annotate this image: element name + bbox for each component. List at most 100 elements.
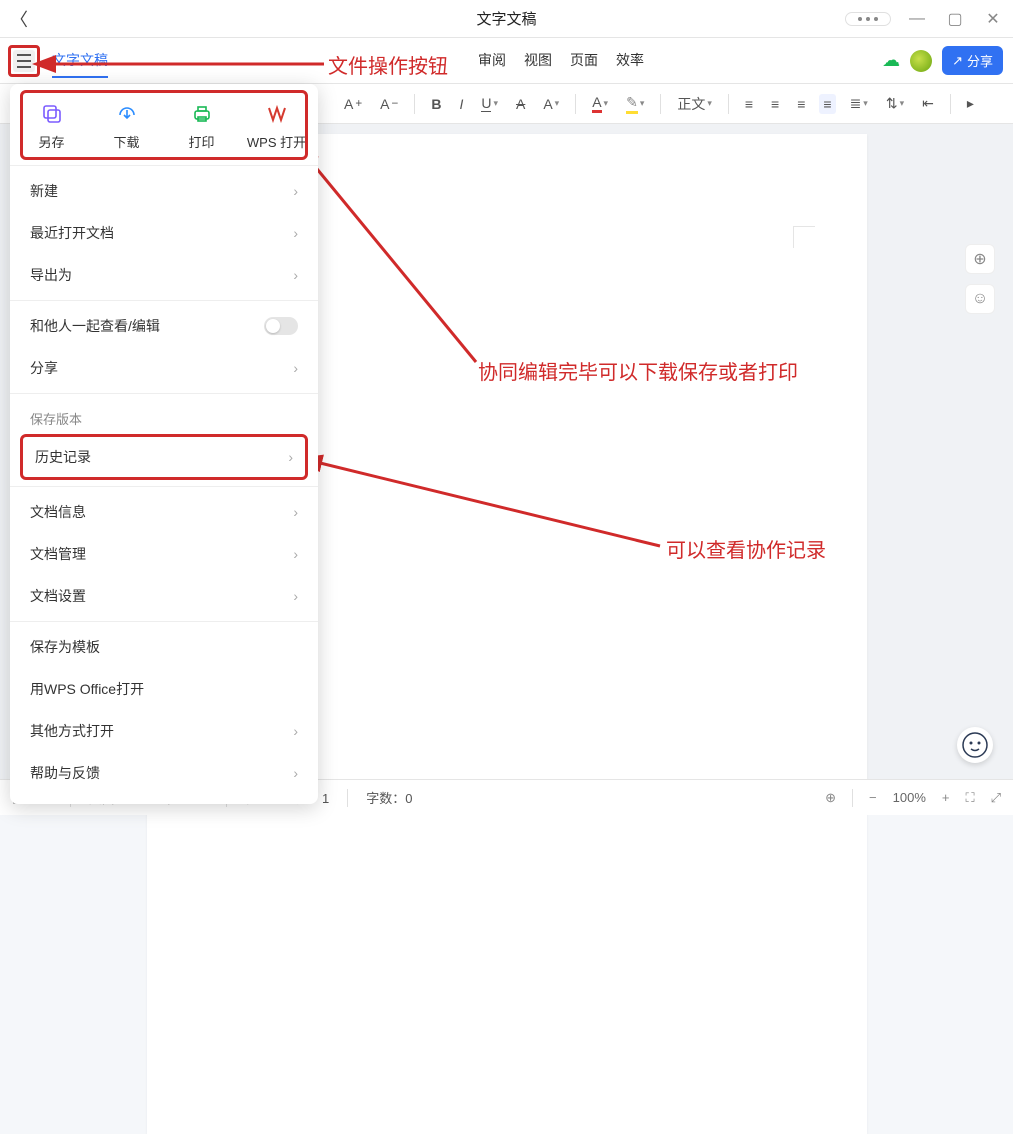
globe-icon[interactable]: ⊕ (825, 790, 836, 806)
quick-wps-open[interactable]: WPS 打开 (241, 94, 312, 159)
share-button[interactable]: ↗ 分享 (942, 46, 1003, 75)
help-monkey-icon (962, 732, 988, 758)
align-justify-button[interactable]: ≡ (819, 94, 835, 114)
fm-open-wps-label: 用WPS Office打开 (30, 679, 144, 699)
fm-docmanage-label: 文档管理 (30, 544, 86, 564)
fm-share[interactable]: 分享 › (10, 347, 318, 389)
quick-wps-open-label: WPS 打开 (247, 132, 306, 151)
underline-button[interactable]: U▾ (477, 93, 502, 114)
hamburger-highlight-box (8, 45, 40, 77)
fm-export[interactable]: 导出为 › (10, 254, 318, 296)
chevron-right-icon: › (293, 360, 298, 376)
fm-open-other-label: 其他方式打开 (30, 721, 114, 741)
highlight-button[interactable]: ✎▾ (622, 92, 648, 116)
numbered-list-button[interactable]: ⇅▾ (882, 93, 908, 114)
fm-help[interactable]: 帮助与反馈› (10, 752, 318, 794)
fm-help-label: 帮助与反馈 (30, 763, 100, 783)
fm-docmanage[interactable]: 文档管理› (10, 533, 318, 575)
more-pill[interactable] (845, 12, 891, 26)
share-label: 分享 (967, 51, 993, 70)
fm-docsettings[interactable]: 文档设置› (10, 575, 318, 617)
quick-download-label: 下载 (113, 132, 139, 151)
chevron-right-icon: › (293, 504, 298, 520)
menu-tabs: 文字文稿 协作 插入 审阅 视图 页面 效率 (52, 44, 216, 78)
maximize-icon[interactable]: ▢ (943, 7, 967, 31)
font-decrease-button[interactable]: A− (376, 94, 402, 114)
fm-share-label: 分享 (30, 358, 58, 378)
file-menu-group-other: 保存为模板 用WPS Office打开 其他方式打开 › 帮助与反馈› (10, 621, 318, 798)
titlebar-right: — ▢ ✕ (845, 7, 1005, 31)
indent-decrease-button[interactable]: ⇤ (918, 93, 938, 114)
zoom-in-button[interactable]: + (942, 790, 950, 805)
help-float-button[interactable] (957, 727, 993, 763)
fm-history[interactable]: 历史记录› (23, 437, 305, 477)
tab-efficiency[interactable]: 效率 (616, 44, 644, 76)
line-spacing-button[interactable]: ≣▾ (846, 93, 872, 114)
file-menu-quick-row: 另存 下载 打印 WPS 打开 (10, 84, 318, 165)
quick-print[interactable]: 打印 (166, 94, 237, 159)
font-color-button[interactable]: A▾ (588, 92, 612, 115)
fm-save-template-label: 保存为模板 (30, 637, 100, 657)
save-as-icon (40, 102, 64, 126)
menu-bar: 文字文稿 协作 插入 审阅 视图 页面 效率 ☁ ↗ 分享 (0, 38, 1013, 84)
toggle-switch[interactable] (264, 317, 298, 335)
quick-print-label: 打印 (188, 132, 214, 151)
tab-review[interactable]: 审阅 (478, 44, 506, 76)
tab-page[interactable]: 页面 (570, 44, 598, 76)
fm-recent[interactable]: 最近打开文档 › (10, 212, 318, 254)
chevron-right-icon: › (293, 267, 298, 283)
close-icon[interactable]: ✕ (981, 7, 1005, 31)
file-menu-group-share: 和他人一起查看/编辑 分享 › (10, 300, 318, 393)
wps-icon (265, 102, 289, 126)
paragraph-style-button[interactable]: 正文▾ (673, 92, 716, 116)
side-tools: ⊕ ☺ (965, 244, 995, 314)
italic-button[interactable]: I (455, 94, 467, 114)
align-right-button[interactable]: ≡ (793, 94, 809, 114)
align-left-button[interactable]: ≡ (741, 94, 757, 114)
fm-docinfo-label: 文档信息 (30, 502, 86, 522)
tab-doc[interactable]: 文字文稿 (52, 44, 108, 78)
chevron-right-icon: › (293, 183, 298, 199)
minimize-icon[interactable]: — (905, 7, 929, 31)
fm-new[interactable]: 新建 › (10, 170, 318, 212)
fm-export-label: 导出为 (30, 265, 72, 285)
bold-button[interactable]: B (427, 94, 445, 114)
comment-tool-icon[interactable]: ⊕ (965, 244, 995, 274)
back-icon[interactable]: 〈 (10, 6, 28, 32)
zoom-level[interactable]: 100% (893, 790, 926, 805)
user-avatar[interactable] (910, 50, 932, 72)
fit-width-icon[interactable]: ⛶ (965, 790, 974, 806)
fm-new-label: 新建 (30, 181, 58, 201)
fm-collab-label: 和他人一起查看/编辑 (30, 316, 160, 336)
file-menu-panel: 另存 下载 打印 WPS 打开 新建 › 最近打开文档 › 导出为 › 和他人一起查看… (10, 84, 318, 804)
fm-history-label: 历史记录 (35, 447, 91, 467)
font-increase-button[interactable]: A+ (340, 94, 366, 114)
align-center-button[interactable]: ≡ (767, 94, 783, 114)
fm-collab-toggle[interactable]: 和他人一起查看/编辑 (10, 305, 318, 347)
toolbar-more-button[interactable]: ▸ (963, 93, 978, 114)
status-words[interactable]: 字数：0 (366, 788, 412, 807)
tab-view[interactable]: 视图 (524, 44, 552, 76)
chevron-right-icon: › (293, 588, 298, 604)
chevron-right-icon: › (293, 225, 298, 241)
fm-open-wps[interactable]: 用WPS Office打开 (10, 668, 318, 710)
quick-save-as-label: 另存 (38, 132, 64, 151)
chevron-right-icon: › (293, 723, 298, 739)
fullscreen-icon[interactable]: ⤢ (991, 790, 1001, 806)
cloud-sync-icon[interactable]: ☁ (882, 50, 900, 71)
font-style-button[interactable]: A▾ (539, 94, 563, 114)
emoji-tool-icon[interactable]: ☺ (965, 284, 995, 314)
quick-save-as[interactable]: 另存 (16, 94, 87, 159)
zoom-out-button[interactable]: − (869, 790, 877, 805)
file-menu-group-version: 保存版本 历史记录› (10, 393, 318, 486)
quick-download[interactable]: 下载 (91, 94, 162, 159)
title-bar: 〈 文字文稿 — ▢ ✕ (0, 0, 1013, 38)
hamburger-button[interactable] (13, 50, 35, 72)
fm-version-title: 保存版本 (10, 398, 318, 432)
fm-recent-label: 最近打开文档 (30, 223, 114, 243)
strikethrough-button[interactable]: A (512, 94, 529, 114)
fm-docinfo[interactable]: 文档信息 › (10, 491, 318, 533)
fm-version-title-label: 保存版本 (30, 409, 82, 428)
fm-open-other[interactable]: 其他方式打开 › (10, 710, 318, 752)
fm-save-template[interactable]: 保存为模板 (10, 626, 318, 668)
